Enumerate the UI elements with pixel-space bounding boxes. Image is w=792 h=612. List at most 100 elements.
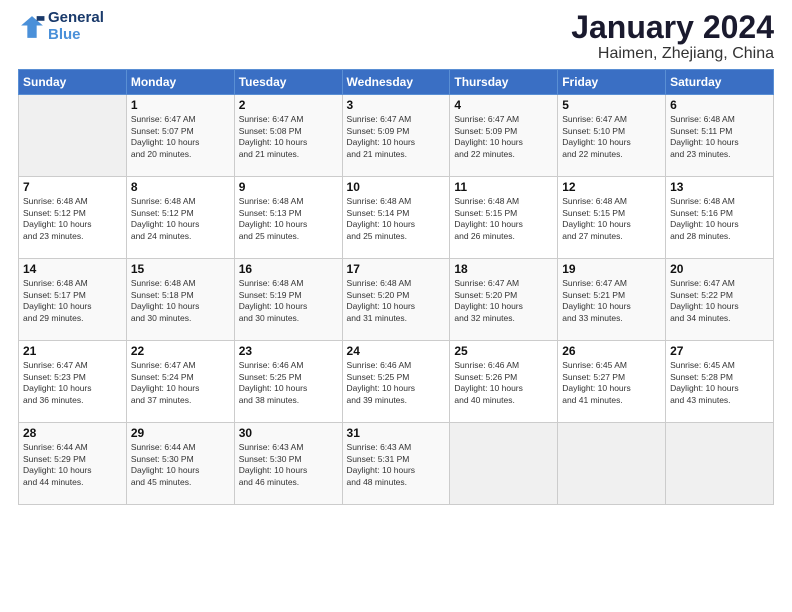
day-info: Sunrise: 6:48 AM Sunset: 5:13 PM Dayligh… [239, 196, 338, 242]
logo: General Blue [18, 10, 104, 43]
day-info: Sunrise: 6:47 AM Sunset: 5:07 PM Dayligh… [131, 114, 230, 160]
day-info: Sunrise: 6:48 AM Sunset: 5:16 PM Dayligh… [670, 196, 769, 242]
day-info: Sunrise: 6:47 AM Sunset: 5:20 PM Dayligh… [454, 278, 553, 324]
day-info: Sunrise: 6:47 AM Sunset: 5:23 PM Dayligh… [23, 360, 122, 406]
calendar-cell: 19 Sunrise: 6:47 AM Sunset: 5:21 PM Dayli… [558, 259, 666, 341]
day-info: Sunrise: 6:47 AM Sunset: 5:22 PM Dayligh… [670, 278, 769, 324]
calendar-cell: 17Sunrise: 6:48 AM Sunset: 5:20 PM Dayli… [342, 259, 450, 341]
calendar-week-row: 28Sunrise: 6:44 AM Sunset: 5:29 PM Dayli… [19, 423, 774, 505]
day-info: Sunrise: 6:45 AM Sunset: 5:27 PM Dayligh… [562, 360, 661, 406]
logo-icon [18, 13, 46, 41]
day-info: Sunrise: 6:48 AM Sunset: 5:11 PM Dayligh… [670, 114, 769, 160]
day-number: 13 [670, 180, 769, 194]
day-number: 29 [131, 426, 230, 440]
day-info: Sunrise: 6:48 AM Sunset: 5:19 PM Dayligh… [239, 278, 338, 324]
calendar-cell: 26 Sunrise: 6:45 AM Sunset: 5:27 PM Dayli… [558, 341, 666, 423]
calendar-cell: 20 Sunrise: 6:47 AM Sunset: 5:22 PM Dayli… [666, 259, 774, 341]
day-number: 4 [454, 98, 553, 112]
day-info: Sunrise: 6:45 AM Sunset: 5:28 PM Dayligh… [670, 360, 769, 406]
calendar-cell: 9Sunrise: 6:48 AM Sunset: 5:13 PM Daylig… [234, 177, 342, 259]
day-number: 10 [347, 180, 446, 194]
day-number: 2 [239, 98, 338, 112]
calendar-week-row: 21Sunrise: 6:47 AM Sunset: 5:23 PM Dayli… [19, 341, 774, 423]
day-number: 25 [454, 344, 553, 358]
day-number: 23 [239, 344, 338, 358]
calendar-week-row: 1Sunrise: 6:47 AM Sunset: 5:07 PM Daylig… [19, 95, 774, 177]
day-number: 17 [347, 262, 446, 276]
calendar-cell: 23 Sunrise: 6:46 AM Sunset: 5:25 PM Dayli… [234, 341, 342, 423]
calendar-cell: 6 Sunrise: 6:48 AM Sunset: 5:11 PM Daylig… [666, 95, 774, 177]
calendar-cell: 4 Sunrise: 6:47 AM Sunset: 5:09 PM Daylig… [450, 95, 558, 177]
day-number: 26 [562, 344, 661, 358]
logo-text: General Blue [48, 10, 104, 43]
calendar-cell: 18 Sunrise: 6:47 AM Sunset: 5:20 PM Dayli… [450, 259, 558, 341]
day-info: Sunrise: 6:47 AM Sunset: 5:09 PM Dayligh… [347, 114, 446, 160]
page-header: General Blue January 2024 Haimen, Zhejia… [18, 10, 774, 63]
day-info: Sunrise: 6:48 AM Sunset: 5:14 PM Dayligh… [347, 196, 446, 242]
day-number: 6 [670, 98, 769, 112]
col-saturday: Saturday [666, 70, 774, 95]
day-number: 24 [347, 344, 446, 358]
title-block: January 2024 Haimen, Zhejiang, China [571, 10, 774, 63]
day-info: Sunrise: 6:46 AM Sunset: 5:25 PM Dayligh… [239, 360, 338, 406]
day-number: 22 [131, 344, 230, 358]
day-number: 20 [670, 262, 769, 276]
day-number: 30 [239, 426, 338, 440]
col-monday: Monday [126, 70, 234, 95]
day-info: Sunrise: 6:48 AM Sunset: 5:15 PM Dayligh… [454, 196, 553, 242]
calendar-cell: 8 Sunrise: 6:48 AM Sunset: 5:12 PM Daylig… [126, 177, 234, 259]
day-info: Sunrise: 6:47 AM Sunset: 5:21 PM Dayligh… [562, 278, 661, 324]
calendar-cell: 11 Sunrise: 6:48 AM Sunset: 5:15 PM Dayli… [450, 177, 558, 259]
day-info: Sunrise: 6:44 AM Sunset: 5:30 PM Dayligh… [131, 442, 230, 488]
day-info: Sunrise: 6:48 AM Sunset: 5:12 PM Dayligh… [23, 196, 122, 242]
day-info: Sunrise: 6:48 AM Sunset: 5:12 PM Dayligh… [131, 196, 230, 242]
calendar-cell [450, 423, 558, 505]
calendar-cell: 13 Sunrise: 6:48 AM Sunset: 5:16 PM Dayli… [666, 177, 774, 259]
day-number: 8 [131, 180, 230, 194]
calendar-cell: 3Sunrise: 6:47 AM Sunset: 5:09 PM Daylig… [342, 95, 450, 177]
calendar-cell: 22 Sunrise: 6:47 AM Sunset: 5:24 PM Dayli… [126, 341, 234, 423]
calendar-cell: 25 Sunrise: 6:46 AM Sunset: 5:26 PM Dayli… [450, 341, 558, 423]
calendar-cell: 5 Sunrise: 6:47 AM Sunset: 5:10 PM Daylig… [558, 95, 666, 177]
calendar-week-row: 14 Sunrise: 6:48 AM Sunset: 5:17 PM Dayli… [19, 259, 774, 341]
col-tuesday: Tuesday [234, 70, 342, 95]
calendar-header-row: Sunday Monday Tuesday Wednesday Thursday… [19, 70, 774, 95]
day-number: 14 [23, 262, 122, 276]
day-number: 27 [670, 344, 769, 358]
day-number: 16 [239, 262, 338, 276]
col-wednesday: Wednesday [342, 70, 450, 95]
col-friday: Friday [558, 70, 666, 95]
day-info: Sunrise: 6:43 AM Sunset: 5:31 PM Dayligh… [347, 442, 446, 488]
col-thursday: Thursday [450, 70, 558, 95]
day-number: 15 [131, 262, 230, 276]
calendar-cell [19, 95, 127, 177]
day-number: 5 [562, 98, 661, 112]
day-info: Sunrise: 6:47 AM Sunset: 5:10 PM Dayligh… [562, 114, 661, 160]
calendar-table: Sunday Monday Tuesday Wednesday Thursday… [18, 69, 774, 505]
day-number: 28 [23, 426, 122, 440]
calendar-subtitle: Haimen, Zhejiang, China [571, 45, 774, 63]
day-info: Sunrise: 6:48 AM Sunset: 5:18 PM Dayligh… [131, 278, 230, 324]
day-info: Sunrise: 6:47 AM Sunset: 5:09 PM Dayligh… [454, 114, 553, 160]
calendar-cell: 7 Sunrise: 6:48 AM Sunset: 5:12 PM Daylig… [19, 177, 127, 259]
day-number: 7 [23, 180, 122, 194]
calendar-cell: 2Sunrise: 6:47 AM Sunset: 5:08 PM Daylig… [234, 95, 342, 177]
calendar-cell: 14 Sunrise: 6:48 AM Sunset: 5:17 PM Dayli… [19, 259, 127, 341]
day-number: 12 [562, 180, 661, 194]
calendar-cell [666, 423, 774, 505]
day-info: Sunrise: 6:47 AM Sunset: 5:24 PM Dayligh… [131, 360, 230, 406]
day-number: 11 [454, 180, 553, 194]
calendar-cell: 10 Sunrise: 6:48 AM Sunset: 5:14 PM Dayli… [342, 177, 450, 259]
calendar-cell: 16 Sunrise: 6:48 AM Sunset: 5:19 PM Dayli… [234, 259, 342, 341]
calendar-cell: 31Sunrise: 6:43 AM Sunset: 5:31 PM Dayli… [342, 423, 450, 505]
day-info: Sunrise: 6:46 AM Sunset: 5:26 PM Dayligh… [454, 360, 553, 406]
calendar-cell: 21Sunrise: 6:47 AM Sunset: 5:23 PM Dayli… [19, 341, 127, 423]
calendar-page: General Blue January 2024 Haimen, Zhejia… [0, 0, 792, 612]
day-info: Sunrise: 6:46 AM Sunset: 5:25 PM Dayligh… [347, 360, 446, 406]
day-info: Sunrise: 6:48 AM Sunset: 5:15 PM Dayligh… [562, 196, 661, 242]
calendar-title: January 2024 [571, 10, 774, 45]
day-number: 18 [454, 262, 553, 276]
day-info: Sunrise: 6:48 AM Sunset: 5:17 PM Dayligh… [23, 278, 122, 324]
day-number: 19 [562, 262, 661, 276]
calendar-cell [558, 423, 666, 505]
